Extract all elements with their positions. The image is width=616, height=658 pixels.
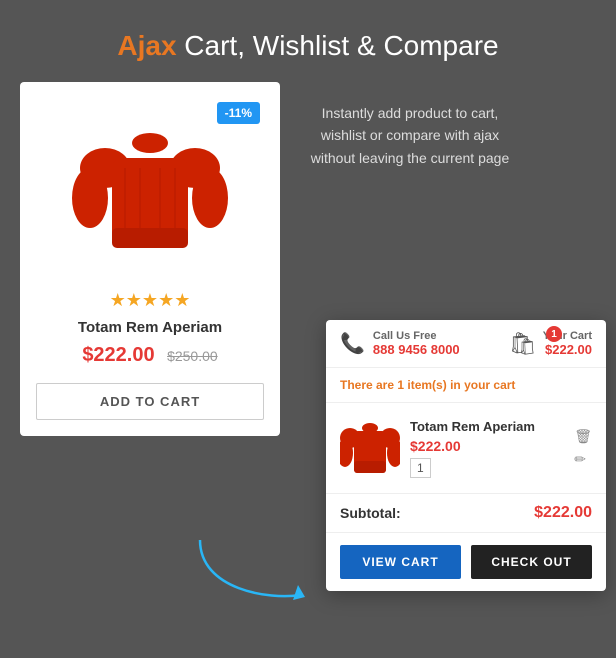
delete-item-icon[interactable]: 🗑	[574, 428, 592, 445]
cart-popup: 📞 Call Us Free 888 9456 8000 🛍 1 Your Ca…	[326, 320, 606, 591]
cart-header: 📞 Call Us Free 888 9456 8000 🛍 1 Your Ca…	[326, 320, 606, 368]
cart-item-row: Totam Rem Aperiam $222.00 1 🗑 ✏	[326, 403, 606, 494]
phone-number: 888 9456 8000	[373, 342, 460, 357]
product-prices: $222.00 $250.00	[36, 344, 264, 367]
discount-badge: -11%	[217, 102, 260, 124]
cart-item-price: $222.00	[410, 438, 564, 454]
summary-pre: There are	[340, 378, 397, 392]
phone-label: Call Us Free	[373, 330, 460, 342]
cart-summary: There are 1 item(s) in your cart	[326, 368, 606, 403]
cart-item-name: Totam Rem Aperiam	[410, 419, 564, 434]
price-original: $250.00	[167, 348, 218, 364]
product-card: -11%	[20, 82, 280, 436]
cart-phone: 📞 Call Us Free 888 9456 8000	[340, 330, 460, 357]
cart-item-details: Totam Rem Aperiam $222.00 1	[410, 419, 564, 478]
title-ajax: Ajax	[117, 30, 176, 61]
checkout-button[interactable]: CHECK OUT	[471, 545, 592, 579]
subtotal-label: Subtotal:	[340, 505, 401, 521]
cart-item-actions: 🗑 ✏	[574, 428, 592, 468]
cart-subtotal: Subtotal: $222.00	[326, 494, 606, 533]
title-rest: Cart, Wishlist & Compare	[177, 30, 499, 61]
product-image-area	[36, 98, 264, 278]
product-image	[70, 108, 230, 268]
product-name: Totam Rem Aperiam	[36, 319, 264, 336]
phone-icon: 📞	[340, 331, 365, 356]
description-text: Instantly add product to cart, wishlist …	[300, 92, 520, 169]
view-cart-button[interactable]: VIEW CART	[340, 545, 461, 579]
phone-info: Call Us Free 888 9456 8000	[373, 330, 460, 357]
cart-badge: 1	[546, 326, 562, 342]
cart-actions: VIEW CART CHECK OUT	[326, 533, 606, 591]
arrow-indicator	[190, 530, 310, 615]
cart-item-image	[340, 413, 400, 483]
cart-item-qty: 1	[410, 458, 431, 478]
product-stars: ★★★★★	[36, 290, 264, 311]
edit-item-icon[interactable]: ✏	[574, 451, 592, 468]
cart-amount: $222.00	[543, 342, 592, 357]
cart-bag-icon: 🛍	[509, 331, 537, 357]
cart-icon-area[interactable]: 🛍 1 Your Cart $222.00	[509, 330, 592, 357]
add-to-cart-button[interactable]: ADD TO CART	[36, 383, 264, 420]
subtotal-amount: $222.00	[534, 504, 592, 522]
price-current: $222.00	[82, 344, 154, 366]
summary-count: 1 item(s)	[397, 378, 446, 392]
summary-post: in your cart	[447, 378, 516, 392]
page-header: Ajax Cart, Wishlist & Compare	[0, 0, 616, 82]
